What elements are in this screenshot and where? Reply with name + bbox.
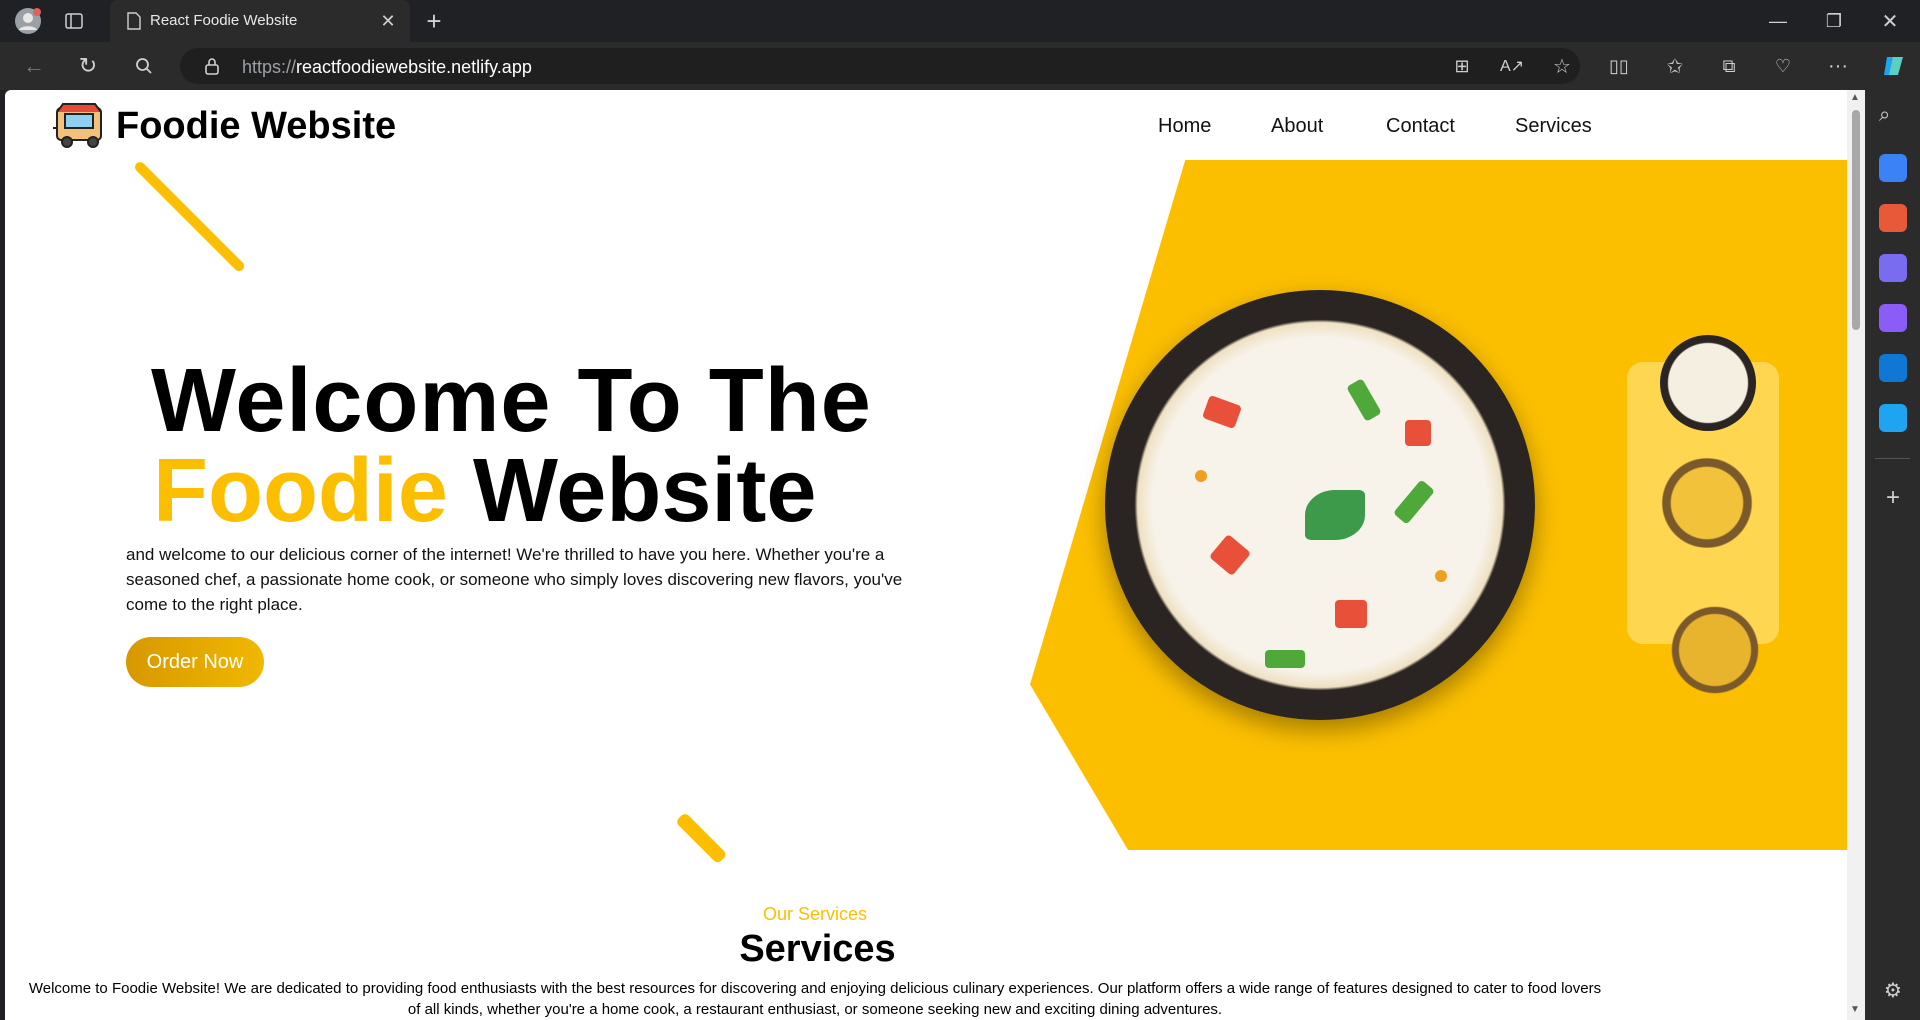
games-icon[interactable]	[1879, 254, 1907, 282]
decor-stripe-top	[132, 160, 247, 274]
read-aloud-icon[interactable]: A↗	[1496, 50, 1528, 82]
services-title: Services	[739, 928, 896, 970]
decor-stripe-bottom	[675, 812, 728, 865]
search-icon[interactable]	[128, 50, 160, 82]
add-sidebar-app-icon[interactable]: +	[1879, 484, 1907, 512]
favorites-icon[interactable]: ✩	[1659, 50, 1691, 82]
edge-sidebar: ⌕ + ⚙	[1865, 90, 1920, 1020]
hero-title-line2: Foodie Website	[153, 440, 816, 543]
nav-home[interactable]: Home	[1158, 115, 1211, 138]
services-description: Welcome to Foodie Website! We are dedica…	[28, 980, 1602, 1018]
tools-briefcase-icon[interactable]	[1879, 204, 1907, 232]
food-truck-logo-icon[interactable]	[53, 100, 107, 150]
close-window-icon[interactable]: ✕	[1874, 5, 1906, 37]
scroll-up-arrow-icon[interactable]: ▲	[1850, 92, 1860, 103]
page-icon	[118, 5, 150, 37]
browser-essentials-icon[interactable]: ♡	[1767, 50, 1799, 82]
dish-thumbnail-1[interactable]	[1660, 335, 1756, 431]
scroll-thumb[interactable]	[1852, 110, 1860, 330]
nav-contact[interactable]: Contact	[1386, 115, 1455, 138]
nav-services[interactable]: Services	[1515, 115, 1592, 138]
garnish	[1201, 394, 1243, 430]
dish-thumbnail-3[interactable]	[1665, 600, 1765, 700]
active-tab[interactable]: React Foodie Website ✕	[110, 0, 410, 42]
lock-icon[interactable]	[196, 50, 228, 82]
settings-gear-icon[interactable]: ⚙	[1879, 978, 1907, 1006]
sidebar-search-icon[interactable]: ⌕	[1879, 104, 1907, 132]
collections-icon[interactable]: ⧉	[1713, 50, 1745, 82]
hero-title-line1: Welcome To The	[151, 351, 872, 451]
favorite-star-icon[interactable]: ☆	[1546, 50, 1578, 82]
shopping-tag-icon[interactable]	[1879, 154, 1907, 182]
nav-about[interactable]: About	[1271, 115, 1323, 138]
services-subtitle: Our Services	[762, 904, 868, 924]
new-tab-icon[interactable]: +	[418, 5, 450, 37]
close-tab-icon[interactable]: ✕	[372, 5, 404, 37]
address-bar[interactable]: https://reactfoodiewebsite.netlify.app ⊞…	[180, 48, 1580, 84]
brand-title[interactable]: Foodie Website	[116, 105, 396, 148]
page-scrollbar[interactable]: ▲ ▼	[1847, 90, 1865, 1020]
garnish	[1435, 570, 1447, 582]
order-now-button[interactable]: Order Now	[126, 637, 264, 687]
browser-titlebar: React Foodie Website ✕ + — ❐ ✕	[0, 0, 1920, 42]
web-page: Foodie Website Home About Contact Servic…	[5, 90, 1847, 1020]
garnish	[1195, 470, 1207, 482]
restore-icon[interactable]: ❐	[1818, 5, 1850, 37]
browser-toolbar: ← ↻ https://reactfoodiewebsite.netlify.a…	[0, 42, 1920, 90]
url-text[interactable]: https://reactfoodiewebsite.netlify.app	[242, 57, 532, 78]
copilot-icon[interactable]	[1878, 50, 1910, 82]
tab-actions-icon[interactable]	[58, 5, 90, 37]
biryani-bowl-image	[1105, 290, 1535, 720]
garnish	[1208, 533, 1252, 577]
garnish	[1392, 479, 1436, 525]
refresh-icon[interactable]: ↻	[72, 50, 104, 82]
app-available-icon[interactable]: ⊞	[1446, 50, 1478, 82]
split-screen-icon[interactable]: ▯▯	[1603, 50, 1635, 82]
garnish	[1265, 650, 1305, 668]
minimize-icon[interactable]: —	[1762, 5, 1794, 37]
hero-title-highlight: Foodie	[153, 441, 448, 541]
garnish	[1405, 420, 1431, 446]
more-options-icon[interactable]: ···	[1822, 50, 1854, 82]
garnish	[1346, 378, 1382, 422]
hero-description: and welcome to our delicious corner of t…	[126, 545, 903, 614]
url-host: reactfoodiewebsite.netlify.app	[296, 57, 532, 77]
tab-title: React Foodie Website	[150, 12, 298, 29]
scroll-down-arrow-icon[interactable]: ▼	[1850, 1004, 1860, 1015]
send-icon[interactable]	[1879, 404, 1907, 432]
dish-thumbnail-2[interactable]	[1652, 458, 1762, 548]
garnish	[1335, 600, 1367, 628]
garnish	[1305, 490, 1365, 540]
outlook-icon[interactable]	[1879, 354, 1907, 382]
url-scheme: https://	[242, 57, 297, 77]
profile-avatar-icon[interactable]	[12, 5, 44, 37]
microsoft-365-icon[interactable]	[1879, 304, 1907, 332]
hero-title-rest: Website	[447, 441, 817, 541]
sidebar-divider	[1875, 458, 1910, 459]
back-icon[interactable]: ←	[18, 50, 50, 82]
